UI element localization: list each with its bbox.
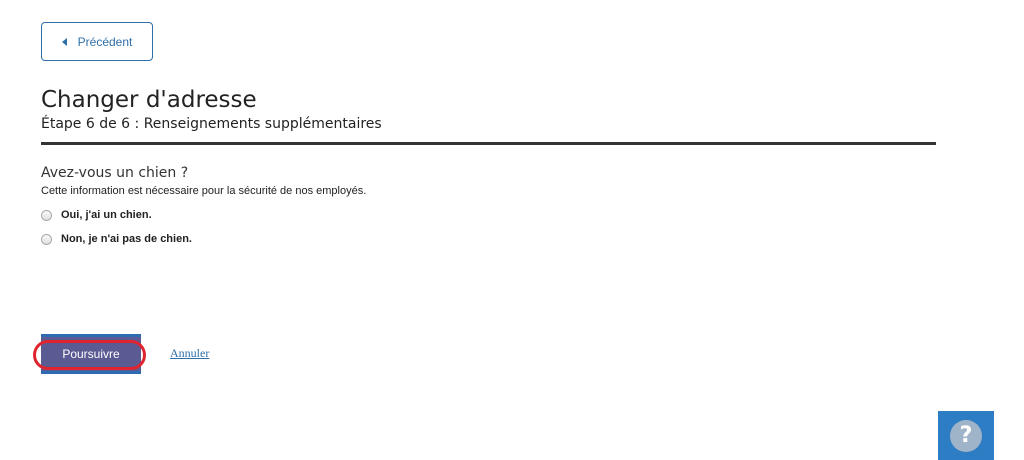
radio-label-no: Non, je n'ai pas de chien. bbox=[61, 233, 192, 245]
radio-button-yes[interactable] bbox=[41, 209, 52, 221]
radio-label-yes: Oui, j'ai un chien. bbox=[61, 209, 152, 221]
back-button[interactable]: Précédent bbox=[41, 22, 153, 61]
page-title: Changer d'adresse bbox=[41, 87, 257, 113]
step-indicator: Étape 6 de 6 : Renseignements supplément… bbox=[41, 116, 382, 132]
question-mark-icon: ? bbox=[950, 419, 982, 452]
radio-button-no[interactable] bbox=[41, 233, 52, 245]
question-hint: Cette information est nécessaire pour la… bbox=[41, 185, 367, 197]
continue-button-wrapper: Poursuivre bbox=[33, 334, 148, 376]
help-button[interactable]: ? bbox=[938, 411, 994, 460]
continue-button[interactable]: Poursuivre bbox=[41, 334, 141, 374]
radio-option-yes[interactable]: Oui, j'ai un chien. bbox=[41, 209, 152, 221]
cancel-link[interactable]: Annuler bbox=[170, 346, 209, 361]
page: Précédent Changer d'adresse Étape 6 de 6… bbox=[0, 0, 1024, 460]
header-divider bbox=[41, 142, 936, 145]
radio-option-no[interactable]: Non, je n'ai pas de chien. bbox=[41, 233, 192, 245]
caret-left-icon bbox=[61, 37, 67, 46]
question-label: Avez-vous un chien ? bbox=[41, 165, 189, 181]
back-button-label: Précédent bbox=[77, 34, 133, 49]
